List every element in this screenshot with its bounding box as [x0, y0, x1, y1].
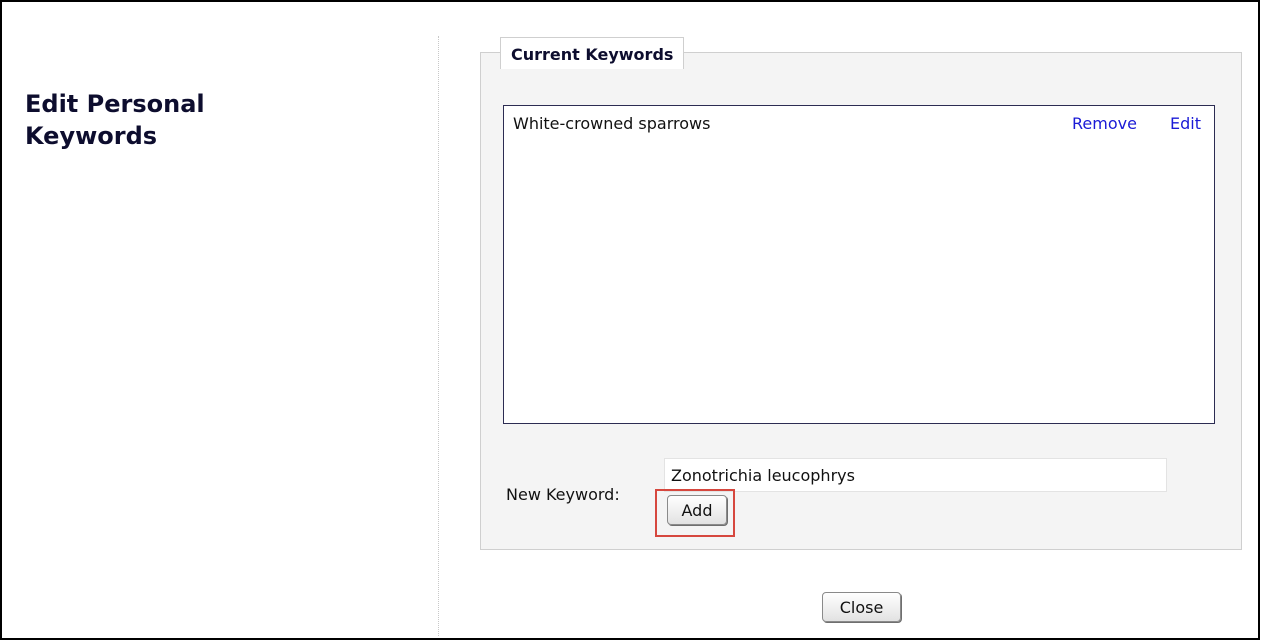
keyword-list: White-crowned sparrows Remove Edit [503, 105, 1215, 424]
remove-keyword-link[interactable]: Remove [1072, 112, 1137, 136]
column-divider [438, 36, 439, 636]
page-title: Edit Personal Keywords [25, 90, 205, 150]
keyword-text: White-crowned sparrows [513, 114, 711, 133]
edit-keyword-link[interactable]: Edit [1170, 112, 1201, 136]
keyword-row: White-crowned sparrows Remove Edit [504, 112, 1214, 136]
current-keywords-legend: Current Keywords [500, 37, 685, 69]
new-keyword-input[interactable] [664, 458, 1167, 492]
new-keyword-label: New Keyword: [506, 485, 620, 504]
close-button[interactable]: Close [822, 592, 901, 622]
add-button[interactable]: Add [667, 495, 727, 525]
